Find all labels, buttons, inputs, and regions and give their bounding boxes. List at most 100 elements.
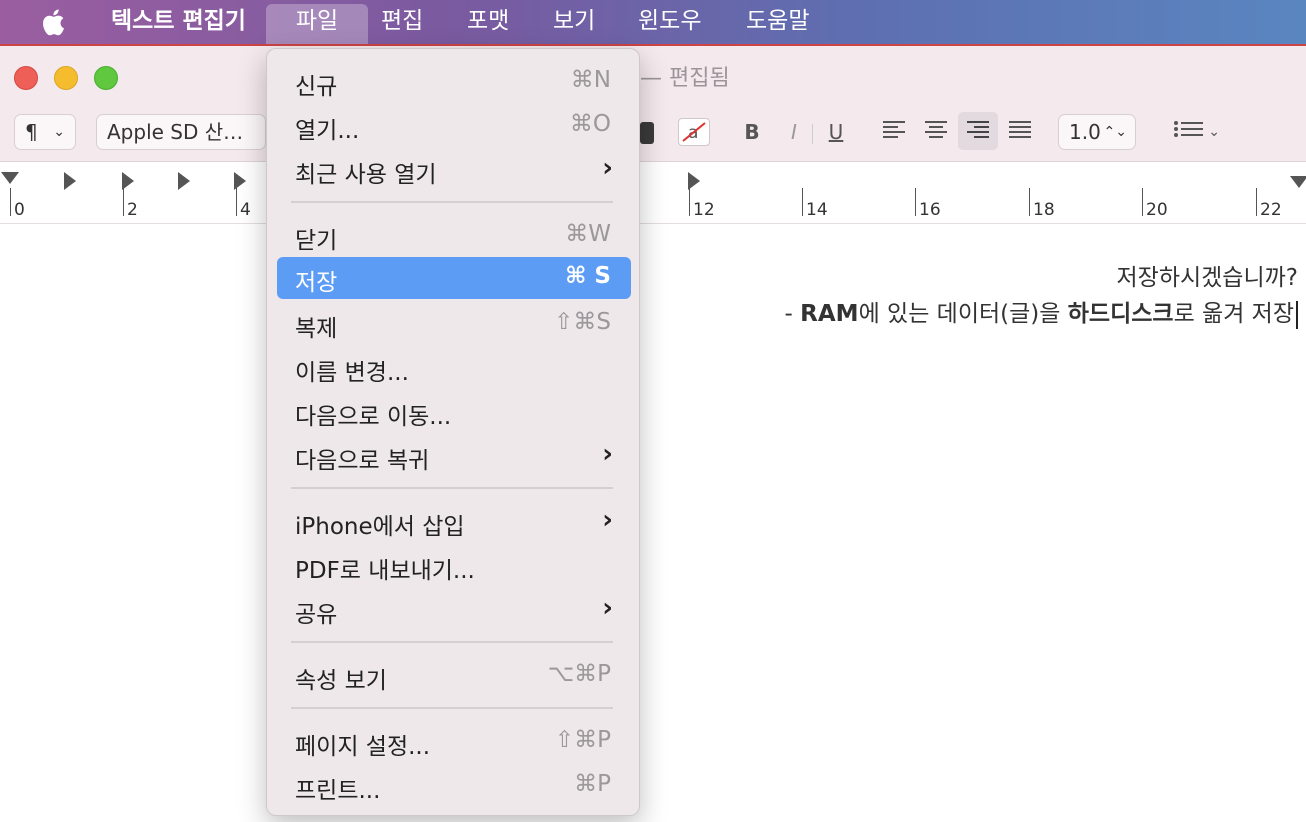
chevron-right-icon: › bbox=[602, 593, 613, 623]
menu-item-label: 저장 bbox=[295, 270, 338, 296]
paragraph-style-popup[interactable]: ¶ ⌄ bbox=[14, 114, 76, 150]
shortcut-label: ⌥⌘P bbox=[547, 661, 611, 687]
justify-button[interactable] bbox=[1004, 116, 1036, 148]
ruler-label: 14 bbox=[806, 200, 828, 220]
toolbar-divider bbox=[812, 124, 813, 144]
align-left-button[interactable] bbox=[878, 116, 910, 148]
background-color-button[interactable]: a bbox=[678, 118, 710, 146]
menu-item-label: 다음으로 이동... bbox=[295, 404, 452, 430]
text-editor-window: — 편집됨 ¶ ⌄ Apple SD 산… a B I U bbox=[0, 44, 1306, 822]
menu-item-label: 페이지 설정... bbox=[295, 734, 431, 760]
menu-item-new[interactable]: 신규 ⌘N bbox=[277, 61, 631, 103]
close-window-button[interactable] bbox=[14, 66, 38, 90]
format-toolbar: ¶ ⌄ Apple SD 산… a B I U 1 bbox=[0, 106, 1306, 162]
menu-item-label: 최근 사용 열기 bbox=[295, 162, 437, 188]
menu-edit[interactable]: 편집 bbox=[367, 4, 437, 44]
ruler-tick bbox=[10, 188, 11, 216]
chevron-right-icon: › bbox=[602, 153, 613, 183]
underline-button[interactable]: U bbox=[822, 116, 850, 148]
menu-item-label: 이름 변경... bbox=[295, 360, 409, 386]
italic-button[interactable]: I bbox=[780, 116, 808, 148]
bold-button[interactable]: B bbox=[738, 116, 766, 148]
shortcut-label: ⌘P bbox=[574, 771, 611, 797]
align-center-button[interactable] bbox=[920, 116, 952, 148]
list-style-popup[interactable]: ⌄ bbox=[1158, 116, 1222, 148]
ruler-tick bbox=[802, 188, 803, 216]
ruler-tick bbox=[236, 188, 237, 216]
menu-item-save[interactable]: 저장 ⌘ S bbox=[277, 257, 631, 299]
menu-item-label: 프린트... bbox=[295, 778, 381, 804]
menu-item-insert-from-iphone[interactable]: iPhone에서 삽입 › bbox=[277, 501, 631, 543]
align-right-icon bbox=[967, 121, 989, 138]
menu-format[interactable]: 포맷 bbox=[453, 4, 523, 44]
no-color-icon: a bbox=[682, 122, 706, 143]
menu-item-label: 복제 bbox=[295, 316, 338, 342]
menu-item-open[interactable]: 열기... ⌘O bbox=[277, 105, 631, 147]
file-menu-dropdown: 신규 ⌘N 열기... ⌘O 최근 사용 열기 › 닫기 ⌘W 저장 ⌘ S 복… bbox=[266, 48, 640, 816]
menu-item-revert-to[interactable]: 다음으로 복귀 › bbox=[277, 435, 631, 477]
justify-icon bbox=[1009, 121, 1031, 138]
font-family-label: Apple SD 산… bbox=[107, 120, 244, 144]
tab-stop-marker[interactable] bbox=[64, 172, 76, 190]
left-margin-marker[interactable] bbox=[1, 172, 19, 184]
minimize-window-button[interactable] bbox=[54, 66, 78, 90]
text-run: 로 옮겨 저장 bbox=[1173, 301, 1294, 327]
menu-window[interactable]: 윈도우 bbox=[624, 4, 715, 44]
menu-view[interactable]: 보기 bbox=[539, 4, 609, 44]
menu-app-name[interactable]: 텍스트 편집기 bbox=[97, 4, 260, 44]
chevron-down-icon: ⌄ bbox=[1208, 124, 1220, 140]
right-margin-marker[interactable] bbox=[1290, 176, 1306, 188]
stepper-icon: ⌃⌄ bbox=[1103, 124, 1127, 140]
font-family-popup[interactable]: Apple SD 산… bbox=[96, 114, 266, 150]
menu-item-page-setup[interactable]: 페이지 설정... ⇧⌘P bbox=[277, 721, 631, 763]
menu-help[interactable]: 도움말 bbox=[732, 4, 823, 44]
menu-item-duplicate[interactable]: 복제 ⇧⌘S bbox=[277, 303, 631, 345]
ruler-label: 22 bbox=[1260, 200, 1282, 220]
window-title: — 편집됨 bbox=[640, 66, 730, 91]
ruler-label: 20 bbox=[1146, 200, 1168, 220]
align-right-button[interactable] bbox=[958, 112, 998, 150]
tab-stop-marker[interactable] bbox=[178, 172, 190, 190]
shortcut-label: ⇧⌘S bbox=[554, 309, 611, 335]
menu-item-show-properties[interactable]: 속성 보기 ⌥⌘P bbox=[277, 655, 631, 697]
text-caret bbox=[1296, 300, 1298, 329]
shortcut-label: ⇧⌘P bbox=[554, 727, 611, 753]
menu-item-open-recent[interactable]: 최근 사용 열기 › bbox=[277, 149, 631, 191]
align-center-icon bbox=[925, 121, 947, 138]
menu-item-label: 신규 bbox=[295, 74, 338, 100]
menu-item-label: PDF로 내보내기... bbox=[295, 558, 475, 584]
menu-item-share[interactable]: 공유 › bbox=[277, 589, 631, 631]
paragraph-icon: ¶ bbox=[25, 120, 38, 144]
menu-item-label: 열기... bbox=[295, 118, 360, 144]
menu-item-move-to[interactable]: 다음으로 이동... bbox=[277, 391, 631, 433]
text-color-swatch[interactable] bbox=[640, 122, 654, 144]
ruler-label: 12 bbox=[693, 200, 715, 220]
shortcut-label: ⌘N bbox=[570, 67, 611, 93]
ruler-tick bbox=[1142, 188, 1143, 216]
line-spacing-popup[interactable]: 1.0 ⌃⌄ bbox=[1058, 114, 1136, 150]
ruler[interactable]: 0 2 4 12 14 16 18 20 22 bbox=[0, 162, 1306, 224]
menu-separator bbox=[291, 201, 613, 203]
menu-item-close[interactable]: 닫기 ⌘W bbox=[277, 215, 631, 257]
ruler-tick bbox=[1029, 188, 1030, 216]
text-run: - bbox=[784, 301, 801, 327]
ruler-label: 16 bbox=[919, 200, 941, 220]
chevron-down-icon: ⌄ bbox=[53, 124, 65, 140]
zoom-window-button[interactable] bbox=[94, 66, 118, 90]
document-line: - RAM에 있는 데이터(글)을 하드디스크로 옮겨 저장 bbox=[785, 294, 1298, 329]
menu-item-export-pdf[interactable]: PDF로 내보내기... bbox=[277, 545, 631, 587]
menu-item-rename[interactable]: 이름 변경... bbox=[277, 347, 631, 389]
document-line: 저장하시겠습니까? bbox=[1116, 265, 1299, 291]
menu-item-label: 속성 보기 bbox=[295, 668, 387, 694]
menu-file[interactable]: 파일 bbox=[266, 4, 368, 44]
menu-item-print[interactable]: 프린트... ⌘P bbox=[277, 765, 631, 807]
menu-item-label: 공유 bbox=[295, 602, 338, 628]
shortcut-label: ⌘W bbox=[565, 221, 611, 247]
bold-text-run: RAM bbox=[800, 301, 859, 327]
align-left-icon bbox=[883, 121, 905, 138]
chevron-right-icon: › bbox=[602, 439, 613, 469]
menu-item-label: 닫기 bbox=[295, 228, 338, 254]
shortcut-label: ⌘ S bbox=[565, 263, 611, 289]
apple-logo-icon[interactable] bbox=[40, 6, 70, 38]
document-text-area[interactable]: 저장하시겠습니까? - RAM에 있는 데이터(글)을 하드디스크로 옮겨 저장 bbox=[0, 224, 1306, 822]
